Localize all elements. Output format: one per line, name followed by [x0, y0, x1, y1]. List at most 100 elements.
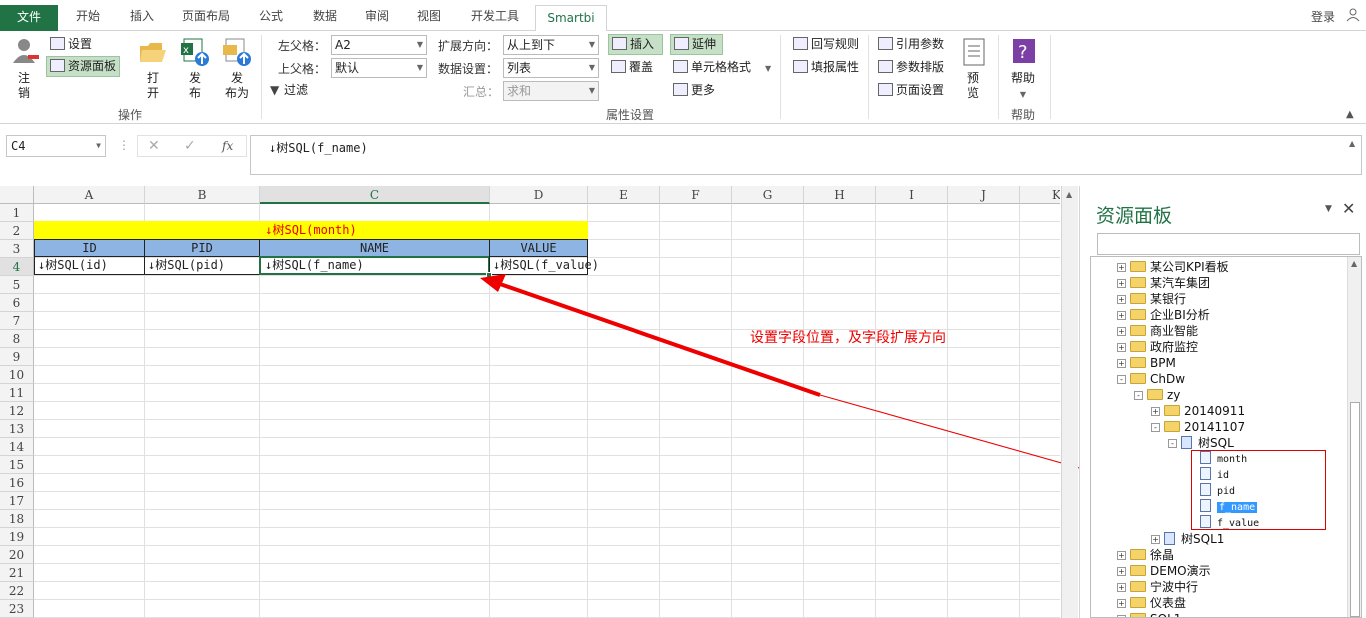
- row-header[interactable]: 7: [0, 312, 34, 330]
- data-setting-select[interactable]: 列表 ▼: [503, 58, 599, 78]
- row-header[interactable]: 12: [0, 402, 34, 420]
- tab-file[interactable]: 文件: [0, 5, 58, 31]
- extend-button[interactable]: 延伸: [670, 34, 724, 55]
- tree-scrollbar[interactable]: ▲: [1347, 257, 1361, 617]
- column-header[interactable]: I: [876, 186, 948, 204]
- fill-attributes-button[interactable]: 填报属性: [793, 59, 859, 75]
- fill-handle[interactable]: [486, 272, 492, 278]
- more-button[interactable]: 更多: [673, 82, 715, 98]
- preview-button[interactable]: 预览: [967, 71, 979, 101]
- row-header[interactable]: 23: [0, 600, 34, 618]
- row-header[interactable]: 22: [0, 582, 34, 600]
- collapse-icon[interactable]: -: [1134, 391, 1143, 400]
- login-link[interactable]: 登录: [1311, 8, 1335, 25]
- row-header[interactable]: 6: [0, 294, 34, 312]
- column-header[interactable]: H: [804, 186, 876, 204]
- tree-node[interactable]: - zy: [1134, 387, 1180, 403]
- overwrite-button[interactable]: 覆盖: [611, 59, 653, 75]
- expand-icon[interactable]: +: [1117, 359, 1126, 368]
- row-header[interactable]: 11: [0, 384, 34, 402]
- header-cell[interactable]: NAME: [259, 239, 490, 257]
- data-cell[interactable]: ↓树SQL(id): [34, 256, 145, 275]
- column-header[interactable]: D: [490, 186, 588, 204]
- sheet-vertical-scrollbar[interactable]: ▲: [1061, 186, 1078, 618]
- cell-format-button[interactable]: 单元格格式 ▼: [673, 59, 771, 77]
- tree-node[interactable]: + 宁波中行: [1117, 579, 1198, 595]
- tree-node[interactable]: - ChDw: [1117, 371, 1185, 387]
- column-header[interactable]: K: [1020, 186, 1060, 204]
- column-header[interactable]: J: [948, 186, 1020, 204]
- publish-as-button[interactable]: 发布为: [225, 71, 249, 101]
- tab-data[interactable]: 数据: [306, 6, 344, 28]
- expand-icon[interactable]: +: [1117, 343, 1126, 352]
- tab-developer[interactable]: 开发工具: [464, 6, 526, 28]
- tab-home[interactable]: 开始: [66, 6, 110, 28]
- tab-page-layout[interactable]: 页面布局: [178, 6, 234, 28]
- settings-button[interactable]: 设置: [48, 36, 94, 54]
- expand-icon[interactable]: +: [1151, 535, 1160, 544]
- name-box[interactable]: C4 ▼: [6, 135, 106, 157]
- column-header[interactable]: C: [260, 186, 490, 204]
- collapse-icon[interactable]: -: [1168, 439, 1177, 448]
- row-header[interactable]: 13: [0, 420, 34, 438]
- row-header[interactable]: 14: [0, 438, 34, 456]
- expand-icon[interactable]: +: [1117, 599, 1126, 608]
- row-header[interactable]: 17: [0, 492, 34, 510]
- row-header[interactable]: 10: [0, 366, 34, 384]
- row-header[interactable]: 5: [0, 276, 34, 294]
- row-header[interactable]: 1: [0, 204, 34, 222]
- row-header[interactable]: 18: [0, 510, 34, 528]
- expand-icon[interactable]: +: [1151, 407, 1160, 416]
- tree-node[interactable]: + 树SQL1: [1151, 531, 1224, 547]
- row-header[interactable]: 15: [0, 456, 34, 474]
- close-icon[interactable]: ✕: [1342, 199, 1355, 218]
- tree-node[interactable]: - 20141107: [1151, 419, 1245, 435]
- tree-node[interactable]: + 徐晶: [1117, 547, 1174, 563]
- tree-node[interactable]: + BPM: [1117, 355, 1176, 371]
- cancel-icon[interactable]: ✕: [148, 138, 160, 154]
- worksheet-grid[interactable]: A B C D E F G H I J K 1 2 3 4 5 6 7 8 9 10 11 12 13 1…: [0, 186, 1060, 618]
- header-cell[interactable]: VALUE: [489, 239, 588, 257]
- panel-menu-icon[interactable]: ▼: [1325, 204, 1332, 214]
- expand-formula-icon[interactable]: ▲: [1349, 139, 1355, 148]
- logout-button[interactable]: 注销: [18, 71, 30, 101]
- tab-insert[interactable]: 插入: [120, 6, 164, 28]
- row-header[interactable]: 3: [0, 240, 34, 258]
- tab-review[interactable]: 审阅: [358, 6, 396, 28]
- user-icon[interactable]: [1346, 8, 1360, 22]
- data-cell-selected[interactable]: ↓树SQL(f_name): [259, 256, 490, 275]
- collapse-ribbon-icon[interactable]: ▲: [1346, 109, 1354, 120]
- tree-node[interactable]: + 企业BI分析: [1117, 307, 1210, 323]
- summary-select[interactable]: 求和 ▼: [503, 81, 599, 101]
- expand-icon[interactable]: +: [1117, 327, 1126, 336]
- column-header[interactable]: B: [145, 186, 260, 204]
- row-header[interactable]: 9: [0, 348, 34, 366]
- tree-node[interactable]: + 仪表盘: [1117, 595, 1186, 611]
- panel-search-input[interactable]: [1097, 233, 1360, 255]
- resource-panel-button[interactable]: 资源面板: [46, 56, 121, 77]
- expand-direction-select[interactable]: 从上到下 ▼: [503, 35, 599, 55]
- tree-node[interactable]: + 政府监控: [1117, 339, 1198, 355]
- tab-view[interactable]: 视图: [410, 6, 448, 28]
- tree-node[interactable]: + 商业智能: [1117, 323, 1198, 339]
- scroll-up-icon[interactable]: ▲: [1351, 259, 1357, 268]
- tree-node[interactable]: + 某银行: [1117, 291, 1186, 307]
- row-header[interactable]: 20: [0, 546, 34, 564]
- data-cell[interactable]: ↓树SQL(pid): [144, 256, 260, 275]
- tree-node[interactable]: + 某公司KPI看板: [1117, 259, 1229, 275]
- tree-node[interactable]: - 树SQL: [1168, 435, 1234, 451]
- expand-icon[interactable]: +: [1117, 263, 1126, 272]
- expand-icon[interactable]: +: [1117, 567, 1126, 576]
- insert-button[interactable]: 插入: [608, 34, 664, 55]
- tree-node[interactable]: +20140911: [1151, 403, 1245, 419]
- tree-scroll-thumb[interactable]: [1350, 402, 1360, 617]
- expand-icon[interactable]: +: [1117, 295, 1126, 304]
- fx-icon[interactable]: fx: [222, 139, 233, 153]
- column-header[interactable]: F: [660, 186, 732, 204]
- collapse-icon[interactable]: -: [1151, 423, 1160, 432]
- select-all-corner[interactable]: [0, 186, 34, 204]
- tree-node[interactable]: + DEMO演示: [1117, 563, 1211, 579]
- expand-icon[interactable]: +: [1117, 279, 1126, 288]
- row-header[interactable]: 4: [0, 258, 34, 276]
- tab-formulas[interactable]: 公式: [252, 6, 290, 28]
